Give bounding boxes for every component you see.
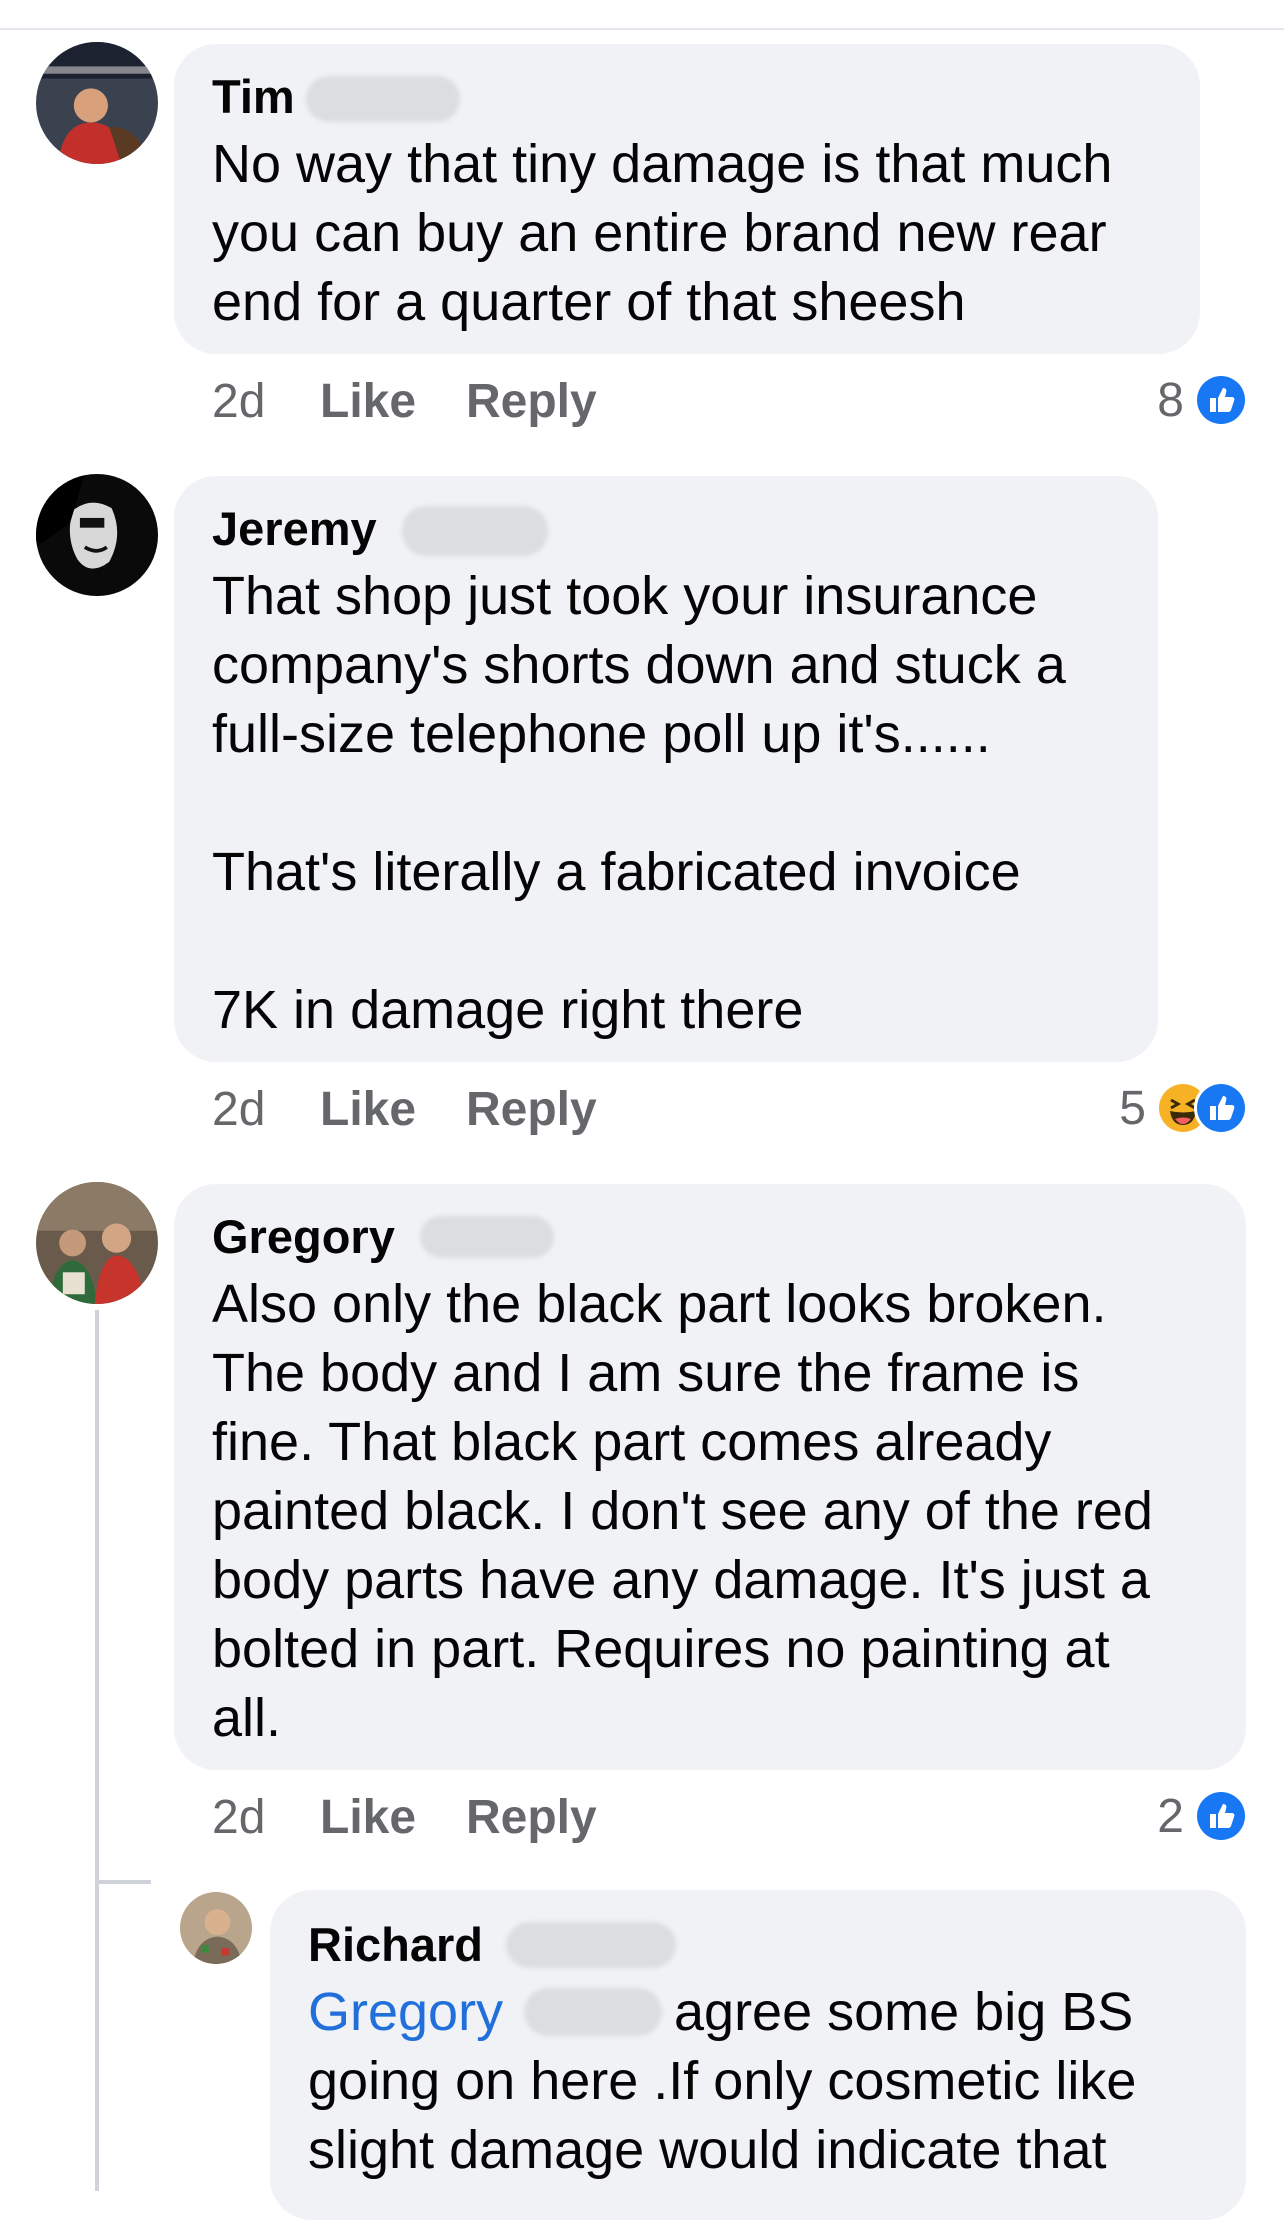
- reaction-count: 2: [1157, 1789, 1184, 1843]
- reply-text-line1-rest: agree some big BS: [674, 1982, 1134, 2042]
- comment-text: Also only the black part looks broken. T…: [212, 1274, 1153, 1748]
- comment-actions: 2d Like Reply: [212, 1788, 712, 1848]
- redacted-mention-surname: [524, 1988, 662, 2036]
- like-button[interactable]: Like: [320, 1080, 416, 1140]
- reaction-summary[interactable]: 8: [1048, 370, 1248, 430]
- comment-actions: 2d Like Reply: [212, 372, 712, 432]
- reply-button[interactable]: Reply: [466, 1080, 597, 1140]
- comment-time[interactable]: 2d: [212, 1080, 265, 1140]
- commenter-name[interactable]: Jeremy: [212, 500, 377, 558]
- comment-text: No way that tiny damage is that much you…: [212, 134, 1113, 332]
- avatar-tim[interactable]: [36, 42, 158, 164]
- reaction-count: 5: [1119, 1081, 1146, 1135]
- reply-button[interactable]: Reply: [466, 372, 597, 432]
- mention-link[interactable]: Gregory: [308, 1982, 503, 2042]
- top-divider: [0, 28, 1284, 30]
- comment-actions: 2d Like Reply: [212, 1080, 712, 1140]
- commenter-name[interactable]: Tim: [212, 68, 295, 126]
- commenter-name[interactable]: Gregory: [212, 1208, 395, 1266]
- reaction-summary[interactable]: 2: [1048, 1786, 1248, 1846]
- avatar-jeremy[interactable]: [36, 474, 158, 596]
- redacted-surname: [420, 1216, 554, 1258]
- like-button[interactable]: Like: [320, 1788, 416, 1848]
- reaction-summary[interactable]: 5: [1028, 1078, 1248, 1138]
- avatar-gregory[interactable]: [36, 1182, 158, 1304]
- like-icon: [1194, 1789, 1248, 1843]
- avatar-richard[interactable]: [180, 1892, 252, 1964]
- reaction-count: 8: [1157, 373, 1184, 427]
- like-icon: [1194, 373, 1248, 427]
- redacted-surname: [506, 1922, 676, 1968]
- replier-name[interactable]: Richard: [308, 1916, 483, 1974]
- reply-button[interactable]: Reply: [466, 1788, 597, 1848]
- like-icon: [1194, 1081, 1248, 1135]
- reply-thread-line: [95, 1310, 99, 2191]
- comment-time[interactable]: 2d: [212, 372, 265, 432]
- comment-text: That shop just took your insurance compa…: [212, 566, 1066, 1040]
- redacted-surname: [306, 76, 460, 122]
- reply-thread-connector: [95, 1880, 151, 1884]
- comment-time[interactable]: 2d: [212, 1788, 265, 1848]
- reply-text: going on here .If only cosmetic like sli…: [308, 2051, 1137, 2180]
- like-button[interactable]: Like: [320, 372, 416, 432]
- redacted-surname: [402, 506, 548, 556]
